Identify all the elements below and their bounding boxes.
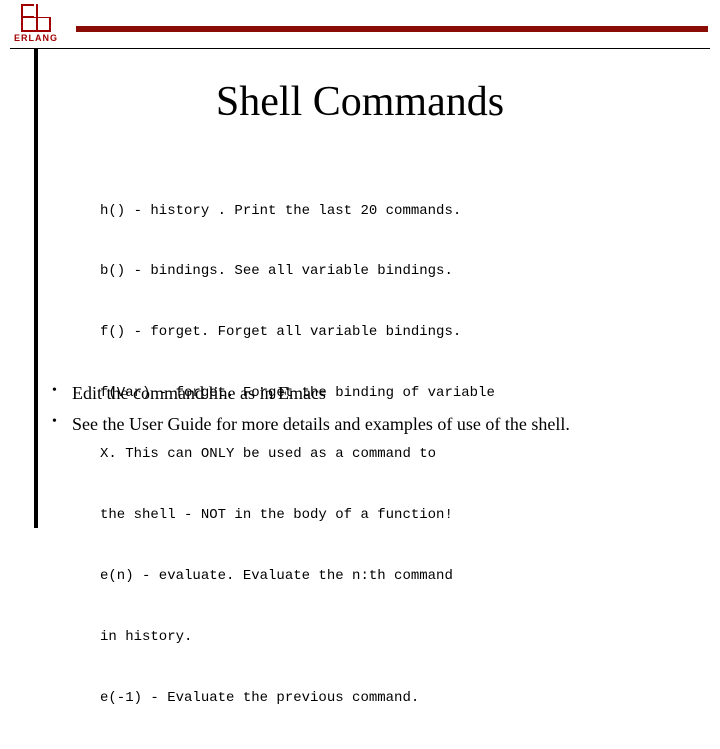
code-line: in history. bbox=[100, 627, 640, 647]
bullet-list: Edit the command line as in Emacs See th… bbox=[48, 380, 688, 442]
erlang-logo-icon bbox=[21, 4, 51, 32]
code-line: e(n) - evaluate. Evaluate the n:th comma… bbox=[100, 566, 640, 586]
header-rule bbox=[76, 26, 708, 32]
code-line: X. This can ONLY be used as a command to bbox=[100, 444, 640, 464]
code-line: e(-1) - Evaluate the previous command. bbox=[100, 688, 640, 708]
top-bar bbox=[12, 8, 708, 44]
code-block: h() - history . Print the last 20 comman… bbox=[100, 160, 640, 749]
slide-title: Shell Commands bbox=[0, 78, 720, 126]
code-line: b() - bindings. See all variable binding… bbox=[100, 261, 640, 281]
code-line: f() - forget. Forget all variable bindin… bbox=[100, 322, 640, 342]
code-line: h() - history . Print the last 20 comman… bbox=[100, 201, 640, 221]
slide: ERLANG Shell Commands h() - history . Pr… bbox=[0, 0, 720, 540]
code-line: the shell - NOT in the body of a functio… bbox=[100, 505, 640, 525]
erlang-logo: ERLANG bbox=[8, 4, 64, 44]
divider-horizontal bbox=[10, 48, 710, 49]
bullet-item: Edit the command line as in Emacs bbox=[48, 380, 688, 407]
erlang-logo-text: ERLANG bbox=[14, 33, 58, 43]
bullet-item: See the User Guide for more details and … bbox=[48, 411, 688, 438]
